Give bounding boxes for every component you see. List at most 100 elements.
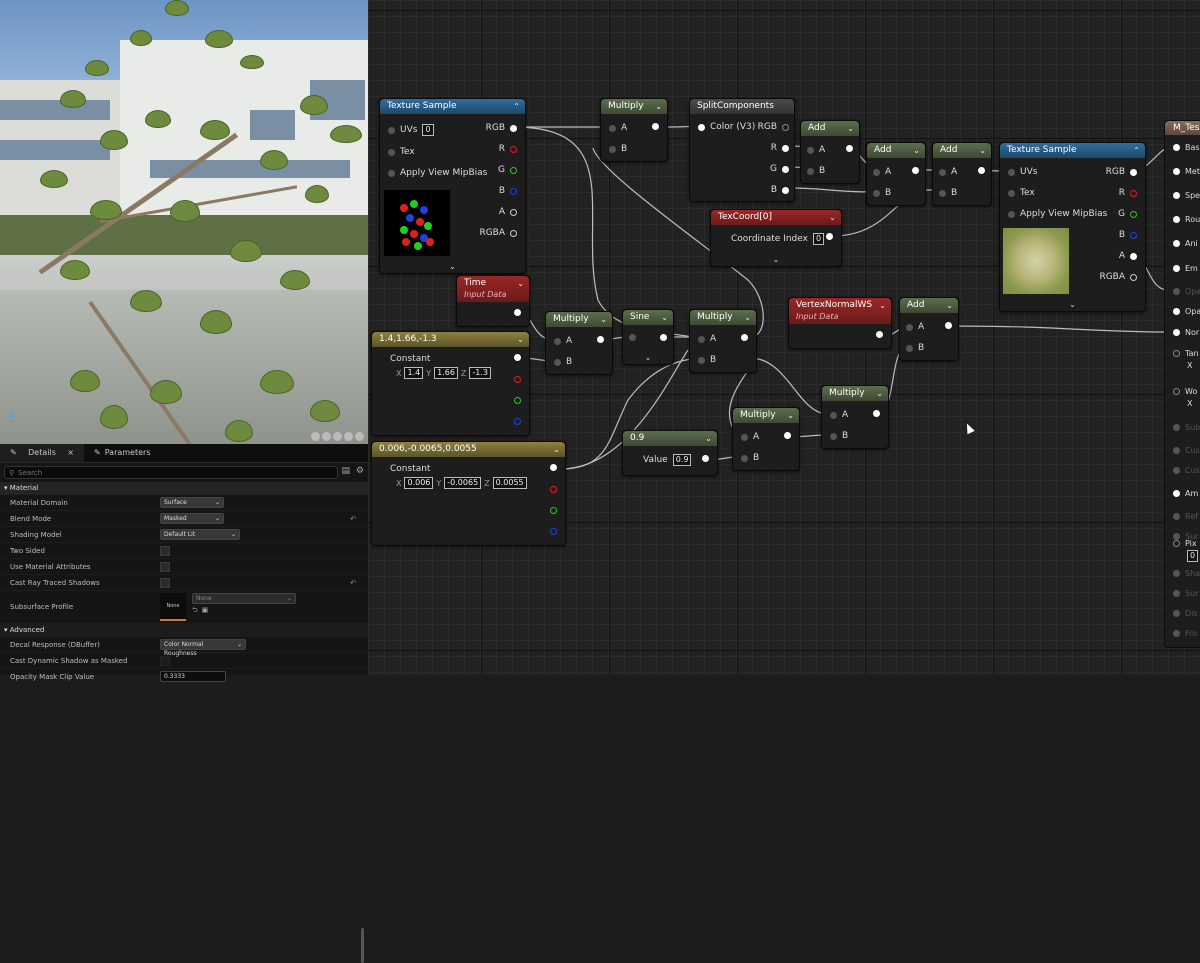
constant-x-input[interactable]: 0.006 xyxy=(404,477,434,489)
viewport-tool-icon[interactable] xyxy=(322,432,331,441)
uvs-value[interactable]: 0 xyxy=(422,124,434,136)
output-pin[interactable] xyxy=(945,322,952,329)
use-selected-icon[interactable]: ⮌ xyxy=(192,606,198,617)
output-pin-a[interactable]: A xyxy=(499,207,517,217)
chevron-down-icon[interactable]: ⌄ xyxy=(829,210,836,225)
output-pin[interactable] xyxy=(873,410,880,417)
result-pin[interactable]: Dis xyxy=(1173,609,1198,618)
reset-icon[interactable]: ↶ xyxy=(350,579,356,587)
input-pin-b[interactable]: B xyxy=(873,188,891,198)
result-pin[interactable]: Nor xyxy=(1173,328,1199,337)
node-constant-2[interactable]: 0.006,-0.0065,0.0055 ⌄ Constant X 0.006 Y-… xyxy=(371,441,566,546)
chevron-down-icon[interactable]: ⌄ xyxy=(517,276,524,291)
node-scalar[interactable]: 0.9 ⌄ Value 0.9 xyxy=(622,430,718,476)
output-pin[interactable] xyxy=(784,432,791,439)
output-pin-b[interactable] xyxy=(550,528,557,535)
result-pin[interactable]: Sha xyxy=(1173,569,1200,578)
output-pin[interactable] xyxy=(978,167,985,174)
subsurface-profile-select[interactable]: None ⌄ xyxy=(192,593,296,604)
node-multiply-3[interactable]: Multiply ⌄ A B xyxy=(689,309,757,373)
output-pin[interactable] xyxy=(660,334,667,341)
result-pin[interactable]: Em xyxy=(1173,264,1198,273)
viewport-preview[interactable]: Z ↑ xyxy=(0,0,368,444)
use-material-attributes-checkbox[interactable] xyxy=(160,561,170,572)
material-graph[interactable]: Texture Sample ⌃ UVs 0 Tex Apply View MipB… xyxy=(368,0,1200,675)
output-pin[interactable] xyxy=(741,334,748,341)
output-pin-rgb[interactable]: RGB xyxy=(486,123,517,133)
output-pin-b[interactable]: B xyxy=(499,186,517,196)
section-material[interactable]: ▾ Material xyxy=(0,482,368,495)
result-pin[interactable]: Tan xyxy=(1173,349,1199,358)
table-view-icon[interactable]: ▤ xyxy=(341,466,350,476)
input-pin-a[interactable]: A xyxy=(609,123,627,133)
browse-icon[interactable]: ▣ xyxy=(202,606,209,617)
output-pin-r[interactable]: R xyxy=(1119,188,1137,198)
result-pin[interactable]: Spe xyxy=(1173,191,1200,200)
input-pin-a[interactable]: A xyxy=(939,167,957,177)
output-pin[interactable] xyxy=(652,123,659,130)
node-texture-sample-1[interactable]: Texture Sample ⌃ UVs 0 Tex Apply View MipB… xyxy=(379,98,526,274)
input-pin-a[interactable]: A xyxy=(741,432,759,442)
node-texture-sample-2[interactable]: Texture Sample ⌃ UVs Tex Apply View MipBi… xyxy=(999,142,1146,312)
input-pin-uvs[interactable]: UVs xyxy=(1008,167,1037,177)
chevron-down-icon[interactable]: ⌄ xyxy=(847,121,854,136)
input-pin[interactable] xyxy=(629,334,636,341)
output-pin-rgb[interactable] xyxy=(514,354,521,361)
node-constant-1[interactable]: 1.4,1.66,-1.3 ⌄ Constant X 1.4 Y 1.66 Z -1.3 xyxy=(371,331,530,436)
decal-response-select[interactable]: Color Normal Roughness ⌄ xyxy=(160,639,246,657)
cast-dynamic-shadow-checkbox[interactable] xyxy=(160,655,170,666)
reset-icon[interactable]: ↶ xyxy=(350,515,356,523)
coordinate-index-field[interactable]: Coordinate Index 0 xyxy=(731,233,825,245)
input-pin-b[interactable]: B xyxy=(741,453,759,463)
chevron-up-icon[interactable]: ⌃ xyxy=(513,99,520,114)
chevron-down-icon[interactable]: ⌄ xyxy=(553,442,560,457)
close-icon[interactable]: × xyxy=(67,444,74,462)
viewport-tool-icon[interactable] xyxy=(333,432,342,441)
input-pin-a[interactable]: A xyxy=(873,167,891,177)
output-pin-rgba[interactable]: RGBA xyxy=(479,228,517,238)
tab-parameters[interactable]: ✎ Parameters xyxy=(84,444,161,462)
input-pin-a[interactable]: A xyxy=(830,410,848,420)
output-pin-b[interactable]: B xyxy=(771,185,789,195)
output-pin-rgb[interactable]: RGB xyxy=(1106,167,1137,177)
details-scrollbar[interactable] xyxy=(361,928,364,963)
input-pin-b[interactable]: B xyxy=(554,357,572,367)
output-pin-g[interactable]: G xyxy=(770,164,789,174)
output-pin-g[interactable]: G xyxy=(498,165,517,175)
node-time[interactable]: Time ⌄ Input Data xyxy=(456,275,530,327)
node-material-result[interactable]: M_Tes Bas Met Spe Rou Ani Em Opa Opa Nor… xyxy=(1164,120,1200,648)
chevron-down-icon[interactable]: ⌄ xyxy=(517,332,524,347)
result-pin[interactable]: Sur xyxy=(1173,589,1198,598)
chevron-down-icon[interactable]: ⌄ xyxy=(773,255,780,264)
node-texcoord[interactable]: TexCoord[0] ⌄ Coordinate Index 0 ⌄ xyxy=(710,209,842,267)
output-pin-rgba[interactable]: RGBA xyxy=(1099,272,1137,282)
node-split-components[interactable]: SplitComponents Color (V3) RGB R G B xyxy=(689,98,795,202)
output-pin-a[interactable]: A xyxy=(1119,251,1137,261)
input-pin-mipbias[interactable]: Apply View MipBias xyxy=(388,168,487,178)
chevron-up-icon[interactable]: ⌃ xyxy=(1133,143,1140,158)
chevron-down-icon[interactable]: ⌄ xyxy=(979,143,986,158)
scalar-value[interactable]: 0.9 xyxy=(672,454,692,466)
input-pin-a[interactable]: A xyxy=(807,145,825,155)
material-domain-select[interactable]: Surface ⌄ xyxy=(160,497,224,508)
blend-mode-select[interactable]: Masked ⌄ xyxy=(160,513,224,524)
two-sided-checkbox[interactable] xyxy=(160,545,170,556)
node-multiply-4[interactable]: Multiply ⌄ A B xyxy=(732,407,800,471)
output-pin-r[interactable] xyxy=(514,376,521,383)
constant-z-input[interactable]: -1.3 xyxy=(469,367,492,379)
output-pin-rgb[interactable] xyxy=(550,464,557,471)
input-pin-b[interactable]: B xyxy=(939,188,957,198)
node-sine[interactable]: Sine ⌄ ⌄ xyxy=(622,309,674,365)
chevron-down-icon[interactable]: ⌄ xyxy=(787,408,794,423)
result-pin[interactable]: Sub xyxy=(1173,423,1200,432)
input-pin-mipbias[interactable]: Apply View MipBias xyxy=(1008,209,1107,219)
output-pin[interactable] xyxy=(702,455,709,462)
pix-value-box[interactable]: 0 xyxy=(1187,550,1199,562)
constant-x-input[interactable]: 1.4 xyxy=(404,367,424,379)
node-multiply-5[interactable]: Multiply ⌄ A B xyxy=(821,385,889,449)
subsurface-profile-thumbnail[interactable]: None xyxy=(160,593,186,621)
viewport-tool-icon[interactable] xyxy=(355,432,364,441)
node-vertex-normal[interactable]: VertexNormalWS ⌄ Input Data xyxy=(788,297,892,349)
result-pin[interactable]: Cus xyxy=(1173,446,1200,455)
value-field[interactable]: Value 0.9 xyxy=(643,454,692,466)
